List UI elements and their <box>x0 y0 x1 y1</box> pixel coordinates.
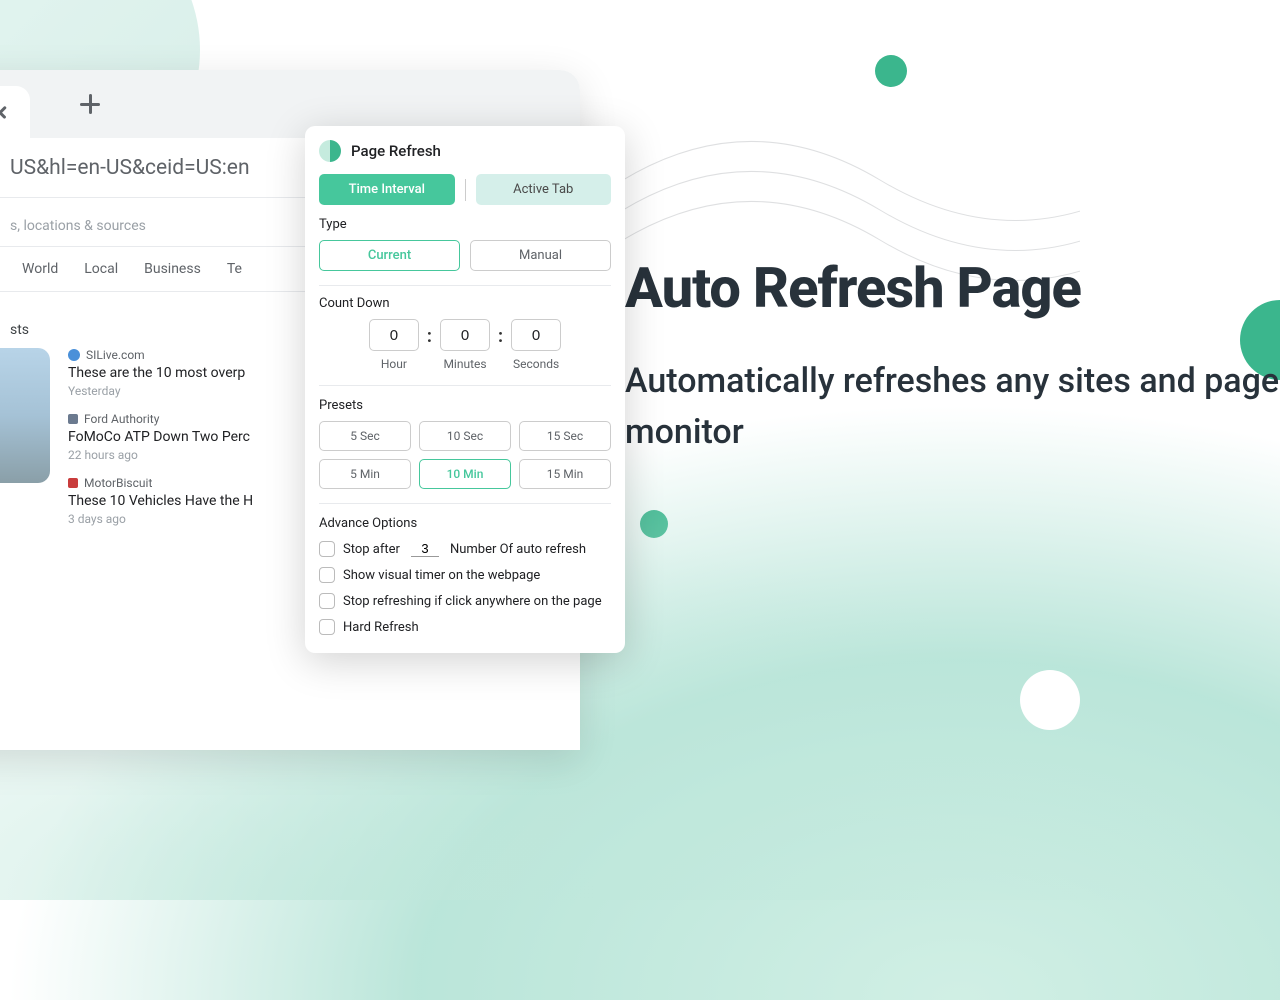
stop-click-label: Stop refreshing if click anywhere on the… <box>343 594 602 609</box>
preset-10min[interactable]: 10 Min <box>419 459 511 489</box>
news-tab-tech[interactable]: Te <box>227 261 242 277</box>
checkbox-icon[interactable] <box>319 619 335 635</box>
popup-title: Page Refresh <box>351 142 441 160</box>
option-stop-on-click[interactable]: Stop refreshing if click anywhere on the… <box>319 593 611 609</box>
news-item[interactable]: SILive.com These are the 10 most overp Y… <box>68 348 253 398</box>
stop-after-suffix: Number Of auto refresh <box>450 542 586 557</box>
presets-label: Presets <box>319 398 611 413</box>
browser-tab[interactable] <box>0 86 30 138</box>
seconds-input[interactable] <box>511 319 561 351</box>
news-time: Yesterday <box>68 384 253 398</box>
new-tab-icon[interactable] <box>80 94 100 114</box>
preset-15sec[interactable]: 15 Sec <box>519 421 611 451</box>
hard-refresh-label: Hard Refresh <box>343 620 419 635</box>
option-hard-refresh[interactable]: Hard Refresh <box>319 619 611 635</box>
countdown-label: Count Down <box>319 296 611 311</box>
type-label: Type <box>319 217 611 232</box>
news-tab-local[interactable]: Local <box>84 261 118 277</box>
checkbox-icon[interactable] <box>319 567 335 583</box>
preset-10sec[interactable]: 10 Sec <box>419 421 511 451</box>
news-headline: These 10 Vehicles Have the H <box>68 493 253 509</box>
marketing-block: Auto Refresh Page Automatically refreshe… <box>625 255 1280 458</box>
popup-header: Page Refresh <box>319 140 611 162</box>
news-source: SILive.com <box>86 348 145 362</box>
minutes-input[interactable] <box>440 319 490 351</box>
type-row: Current Manual <box>319 240 611 286</box>
checkbox-icon[interactable] <box>319 593 335 609</box>
tab-active-tab[interactable]: Active Tab <box>476 174 612 205</box>
news-time: 3 days ago <box>68 512 253 526</box>
preset-15min[interactable]: 15 Min <box>519 459 611 489</box>
advance-options-label: Advance Options <box>319 516 611 531</box>
news-tab-world[interactable]: World <box>22 261 58 277</box>
visual-timer-label: Show visual timer on the webpage <box>343 568 540 583</box>
preset-5sec[interactable]: 5 Sec <box>319 421 411 451</box>
bg-circle-1 <box>875 55 907 87</box>
news-headline: FoMoCo ATP Down Two Perc <box>68 429 253 445</box>
news-item[interactable]: Ford Authority FoMoCo ATP Down Two Perc … <box>68 412 253 462</box>
extension-popup: Page Refresh Time Interval Active Tab Ty… <box>305 126 625 653</box>
popup-logo-icon <box>319 140 341 162</box>
popup-tabs: Time Interval Active Tab <box>319 174 611 205</box>
checkbox-icon[interactable] <box>319 541 335 557</box>
stop-after-input[interactable] <box>411 541 439 557</box>
tab-divider <box>465 179 466 201</box>
type-manual-button[interactable]: Manual <box>470 240 611 271</box>
preset-5min[interactable]: 5 Min <box>319 459 411 489</box>
marketing-title: Auto Refresh Page <box>625 255 1280 321</box>
news-source: Ford Authority <box>84 412 159 426</box>
type-current-button[interactable]: Current <box>319 240 460 271</box>
stop-after-prefix: Stop after <box>343 542 400 557</box>
colon: : <box>498 326 503 347</box>
news-thumbnail[interactable] <box>0 348 50 483</box>
marketing-subtitle: Automatically refreshes any sites and pa… <box>625 356 1280 458</box>
minutes-label: Minutes <box>443 357 486 371</box>
news-headline: These are the 10 most overp <box>68 365 253 381</box>
side-article-title[interactable]: elling er <box>0 688 2 714</box>
hour-input[interactable] <box>369 319 419 351</box>
tab-time-interval[interactable]: Time Interval <box>319 174 455 205</box>
news-tab-business[interactable]: Business <box>144 261 201 277</box>
colon: : <box>427 326 432 347</box>
option-visual-timer[interactable]: Show visual timer on the webpage <box>319 567 611 583</box>
news-item[interactable]: MotorBiscuit These 10 Vehicles Have the … <box>68 476 253 526</box>
news-source: MotorBiscuit <box>84 476 152 490</box>
hour-label: Hour <box>381 357 407 371</box>
close-tab-icon[interactable] <box>0 102 10 122</box>
bg-circle-white <box>1020 670 1080 730</box>
news-time: 22 hours ago <box>68 448 253 462</box>
seconds-label: Seconds <box>513 357 559 371</box>
option-stop-after[interactable]: Stop after Number Of auto refresh <box>319 541 611 557</box>
